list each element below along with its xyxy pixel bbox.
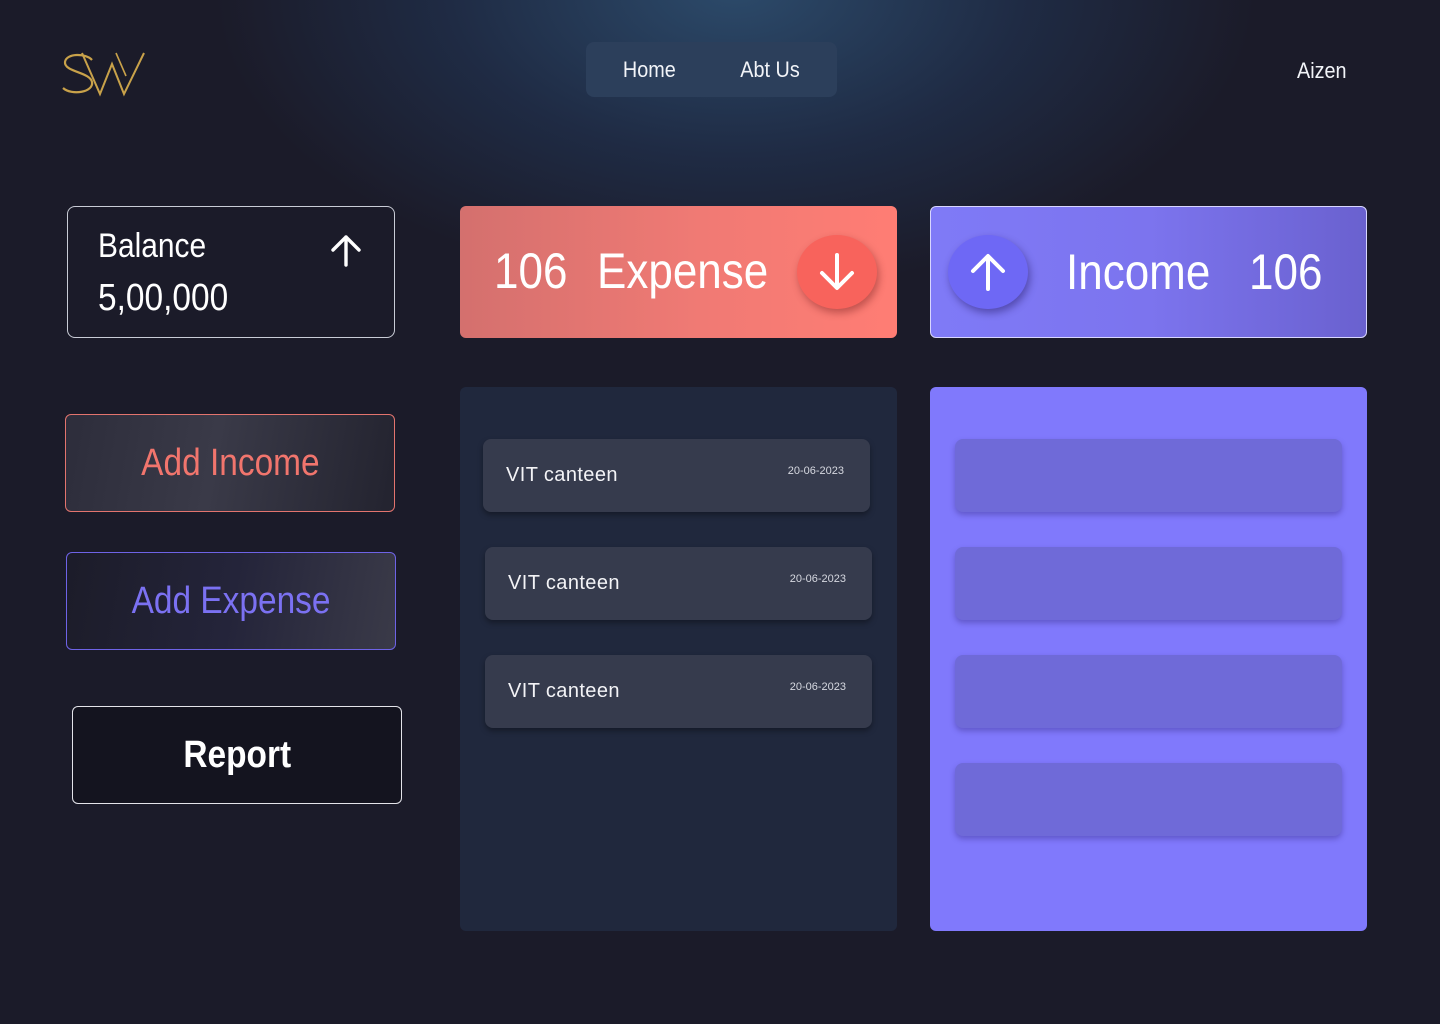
expense-list-item[interactable]: VIT canteen 20-06-2023 bbox=[483, 439, 870, 512]
nav-about-link[interactable]: Abt Us bbox=[740, 57, 799, 83]
add-expense-button[interactable]: Add Expense bbox=[66, 552, 396, 650]
expense-list-item[interactable]: VIT canteen 20-06-2023 bbox=[485, 655, 872, 728]
income-list-item[interactable] bbox=[955, 439, 1342, 512]
add-expense-label: Add Expense bbox=[131, 579, 331, 622]
add-income-button[interactable]: Add Income bbox=[65, 414, 395, 512]
expense-item-date: 20-06-2023 bbox=[789, 573, 846, 585]
user-name[interactable]: Aizen bbox=[1297, 58, 1347, 84]
expense-item-name: VIT canteen bbox=[508, 680, 620, 702]
income-list-item[interactable] bbox=[955, 655, 1342, 728]
balance-title: Balance bbox=[98, 227, 207, 265]
report-button[interactable]: Report bbox=[72, 706, 402, 804]
expense-arrow-button[interactable] bbox=[797, 235, 877, 309]
balance-value: 5,00,000 bbox=[98, 277, 229, 319]
sw-logo-icon bbox=[62, 52, 145, 97]
income-label: Income bbox=[1066, 244, 1211, 300]
income-count: 106 bbox=[1249, 244, 1323, 300]
income-list-item[interactable] bbox=[955, 547, 1342, 620]
add-income-label: Add Income bbox=[140, 441, 320, 484]
expense-count: 106 bbox=[494, 243, 568, 299]
income-list-item[interactable] bbox=[955, 763, 1342, 836]
expense-item-name: VIT canteen bbox=[506, 464, 618, 486]
app-logo[interactable] bbox=[60, 50, 148, 98]
income-summary-card[interactable]: Income 106 bbox=[930, 206, 1367, 338]
arrow-up-icon bbox=[326, 231, 366, 271]
expense-list-item[interactable]: VIT canteen 20-06-2023 bbox=[485, 547, 872, 620]
expense-item-date: 20-06-2023 bbox=[787, 465, 844, 477]
main-nav: Home Abt Us bbox=[586, 42, 837, 97]
expense-list-panel: VIT canteen 20-06-2023 VIT canteen 20-06… bbox=[460, 387, 897, 931]
income-list-panel bbox=[930, 387, 1367, 931]
balance-card: Balance 5,00,000 bbox=[67, 206, 395, 338]
nav-home-link[interactable]: Home bbox=[623, 57, 676, 83]
expense-label: Expense bbox=[597, 243, 769, 299]
expense-summary-card[interactable]: 106 Expense bbox=[460, 206, 897, 338]
arrow-down-icon bbox=[820, 253, 854, 290]
expense-item-date: 20-06-2023 bbox=[789, 681, 846, 693]
report-label: Report bbox=[183, 733, 291, 776]
arrow-up-icon bbox=[971, 254, 1005, 291]
expense-item-name: VIT canteen bbox=[508, 572, 620, 594]
income-arrow-button[interactable] bbox=[948, 235, 1028, 309]
